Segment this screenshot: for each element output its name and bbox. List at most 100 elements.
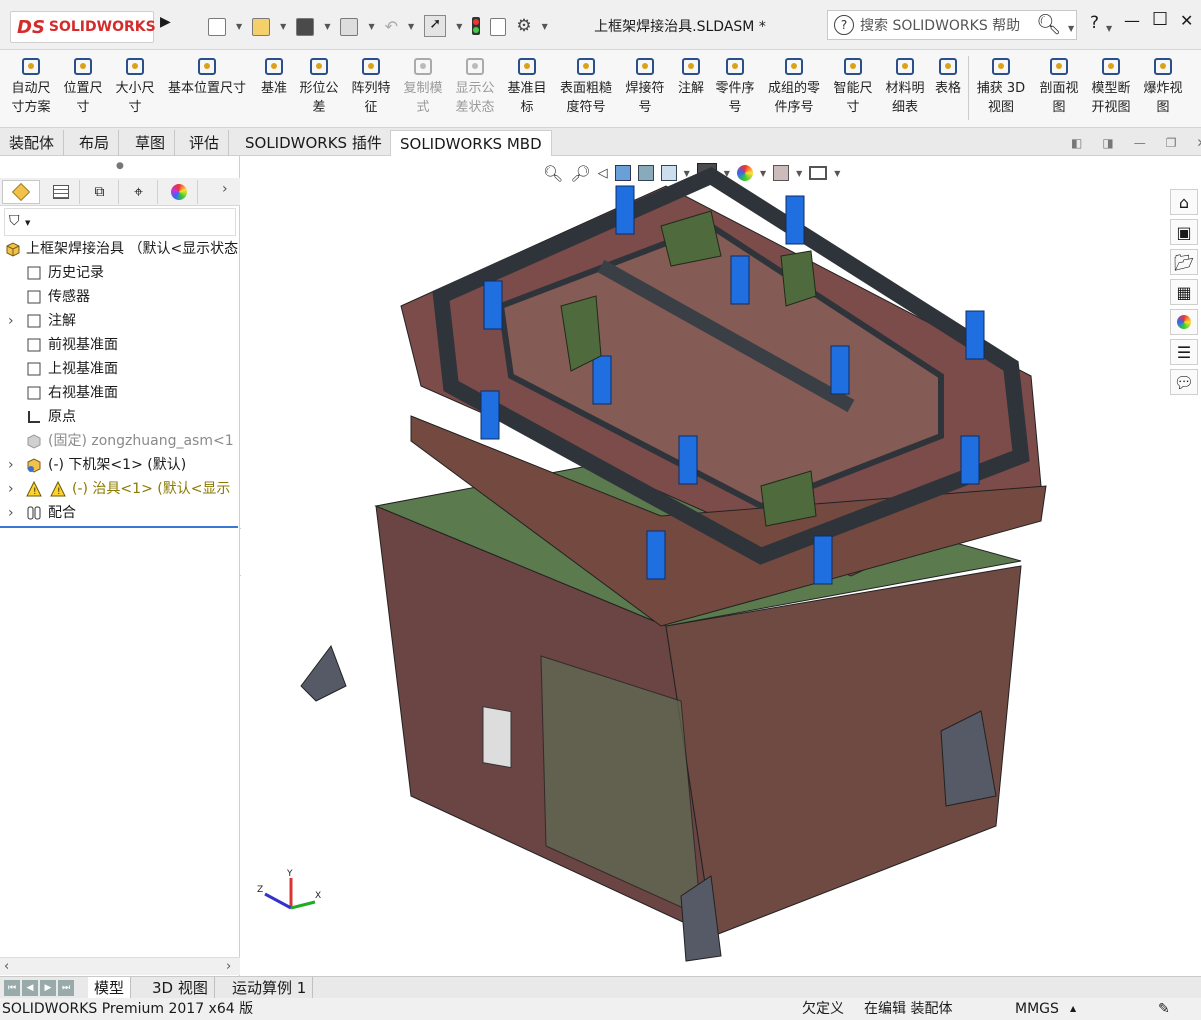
save-icon[interactable]: [296, 16, 315, 36]
tree-item[interactable]: 原点: [0, 405, 238, 429]
select-icon[interactable]: ➚: [424, 15, 447, 37]
open-document-icon[interactable]: [252, 16, 271, 36]
help-button[interactable]: ?: [1090, 13, 1099, 33]
undo-dropdown-icon[interactable]: ▼: [408, 22, 414, 31]
assembly-model-3d[interactable]: [241, 156, 1201, 976]
command-tab[interactable]: 布局: [70, 130, 120, 156]
bottom-tab[interactable]: 运动算例 1: [226, 977, 314, 999]
ribbon-button-stacked-balloon[interactable]: 成组的零 件序号: [764, 56, 824, 117]
new-dropdown-icon[interactable]: ▼: [236, 22, 242, 31]
options-dropdown-icon[interactable]: ▼: [542, 22, 548, 31]
appearances-icon[interactable]: [1170, 309, 1198, 335]
solidworks-logo[interactable]: DS SOLIDWORKS: [10, 11, 156, 43]
last-tab-icon[interactable]: ⏭: [58, 980, 74, 996]
print-dropdown-icon[interactable]: ▼: [368, 22, 374, 31]
ribbon-button-datum-target[interactable]: 基准目 标: [504, 56, 550, 117]
expand-chevron-icon[interactable]: ›: [8, 453, 14, 477]
configuration-manager-tab[interactable]: ⧉: [81, 180, 119, 204]
viewport-restore-icon[interactable]: ❐: [1166, 136, 1177, 154]
forum-icon[interactable]: 💬︎: [1170, 369, 1198, 395]
ribbon-button-bom[interactable]: 材料明 细表: [882, 56, 928, 117]
ribbon-button-capture-3d-view[interactable]: 捕获 3D 视图: [976, 56, 1026, 117]
viewport-next-icon[interactable]: ◨: [1102, 136, 1113, 154]
viewport-minimize-icon[interactable]: —: [1134, 136, 1146, 154]
ribbon-button-section-view[interactable]: 剖面视 图: [1036, 56, 1082, 117]
ribbon-button-location-dimension[interactable]: 位置尺 寸: [60, 56, 106, 117]
prev-tab-icon[interactable]: ◀: [22, 980, 38, 996]
tree-item[interactable]: ›!! (-) 治具<1> (默认<显示: [0, 477, 238, 501]
view-palette-icon[interactable]: ▦: [1170, 279, 1198, 305]
options-gear-icon[interactable]: ⚙: [516, 16, 531, 36]
panel-grip-icon[interactable]: ●: [116, 161, 124, 171]
ribbon-button-size-dimension[interactable]: 大小尺 寸: [112, 56, 158, 117]
viewport-close-icon[interactable]: ✕: [1196, 136, 1201, 154]
expand-chevron-icon[interactable]: ›: [8, 501, 14, 525]
ribbon-button-copy-scheme[interactable]: 复制模 式: [400, 56, 446, 117]
tree-item[interactable]: 右视基准面: [0, 381, 238, 405]
custom-properties-icon[interactable]: ☰: [1170, 339, 1198, 365]
ribbon-button-geometric-tolerance[interactable]: 形位公 差: [296, 56, 342, 117]
tree-item[interactable]: 上视基准面: [0, 357, 238, 381]
tree-item[interactable]: › 注解: [0, 309, 238, 333]
file-properties-icon[interactable]: [490, 16, 507, 36]
print-icon[interactable]: [340, 16, 359, 36]
select-dropdown-icon[interactable]: ▼: [456, 22, 462, 31]
first-tab-icon[interactable]: ⏮: [4, 980, 20, 996]
close-button[interactable]: ✕: [1180, 11, 1193, 30]
command-tab[interactable]: 装配体: [0, 130, 65, 156]
maximize-button[interactable]: ☐: [1152, 9, 1168, 30]
dimxpert-manager-tab[interactable]: ⌖: [120, 180, 158, 204]
panel-tabs-next-icon[interactable]: ›: [222, 181, 228, 197]
menu-expand-icon[interactable]: ▶: [160, 14, 171, 30]
bottom-tab[interactable]: 3D 视图: [146, 977, 215, 999]
scroll-right-icon[interactable]: ›: [226, 959, 231, 974]
ribbon-button-exploded-view[interactable]: 爆炸视 图: [1140, 56, 1186, 117]
tree-filter-input[interactable]: ⛉ ▼: [4, 208, 236, 236]
command-tab[interactable]: SOLIDWORKS 插件: [236, 130, 392, 156]
tree-item[interactable]: › 配合: [0, 501, 238, 525]
ribbon-button-smart-dimension[interactable]: 智能尺 寸: [830, 56, 876, 117]
help-dropdown-icon[interactable]: ▼: [1106, 18, 1112, 37]
status-help-icon[interactable]: ✎: [1158, 998, 1170, 1020]
expand-chevron-icon[interactable]: ›: [8, 309, 14, 333]
viewport-prev-icon[interactable]: ◧: [1071, 136, 1082, 154]
undo-icon[interactable]: ↶: [385, 17, 398, 36]
expand-chevron-icon[interactable]: ›: [8, 477, 14, 501]
ribbon-button-show-tolerance-status[interactable]: 显示公 差状态: [452, 56, 498, 117]
tree-item[interactable]: 传感器: [0, 285, 238, 309]
tree-rollback-bar[interactable]: [0, 526, 238, 528]
tree-item[interactable]: (固定) zongzhuang_asm<1: [0, 429, 238, 453]
units-dropdown-icon[interactable]: ▲: [1070, 998, 1076, 1020]
ribbon-button-pattern-feature[interactable]: 阵列特 征: [348, 56, 394, 117]
tree-horizontal-scrollbar[interactable]: ‹ ›: [0, 957, 240, 975]
minimize-button[interactable]: —: [1124, 11, 1140, 30]
search-magnifier-icon[interactable]: 🔍︎: [1036, 12, 1061, 36]
command-tab[interactable]: 草图: [126, 130, 176, 156]
file-explorer-icon[interactable]: 📂︎: [1170, 249, 1198, 275]
status-units[interactable]: MMGS: [1015, 998, 1059, 1020]
search-dropdown-icon[interactable]: ▼: [1068, 18, 1074, 37]
ribbon-button-auto-dimension[interactable]: 自动尺 寸方案: [8, 56, 54, 117]
command-tab[interactable]: SOLIDWORKS MBD: [390, 130, 552, 156]
graphics-area[interactable]: ◧ ◨ — ❐ ✕ 🔍︎ 🔎︎ ◁ ▼ ▼ ▼ ▼ ▼: [241, 136, 1201, 976]
solidworks-resources-icon[interactable]: ⌂: [1170, 189, 1198, 215]
ribbon-button-weld-symbol[interactable]: 焊接符 号: [622, 56, 668, 117]
ribbon-button-table[interactable]: 表格: [934, 56, 962, 98]
next-tab-icon[interactable]: ▶: [40, 980, 56, 996]
tree-item[interactable]: › (-) 下机架<1> (默认): [0, 453, 238, 477]
new-document-icon[interactable]: [208, 16, 226, 36]
save-dropdown-icon[interactable]: ▼: [324, 22, 330, 31]
ribbon-button-balloon[interactable]: 零件序 号: [712, 56, 758, 117]
ribbon-button-datum[interactable]: 基准: [258, 56, 290, 98]
open-dropdown-icon[interactable]: ▼: [280, 22, 286, 31]
display-manager-tab[interactable]: [160, 180, 198, 204]
ribbon-button-basic-location-dimension[interactable]: 基本位置尺寸: [162, 56, 252, 98]
ribbon-button-note[interactable]: 注解: [674, 56, 708, 98]
ribbon-button-broken-view[interactable]: 模型断 开视图: [1088, 56, 1134, 117]
tree-root-assembly[interactable]: 上框架焊接治具 （默认<显示状态: [0, 237, 238, 261]
tree-item[interactable]: 前视基准面: [0, 333, 238, 357]
bottom-tab[interactable]: 模型: [88, 977, 132, 999]
ribbon-button-surface-finish[interactable]: 表面粗糙 度符号: [556, 56, 616, 117]
design-library-icon[interactable]: ▣: [1170, 219, 1198, 245]
tree-item[interactable]: 历史记录: [0, 261, 238, 285]
